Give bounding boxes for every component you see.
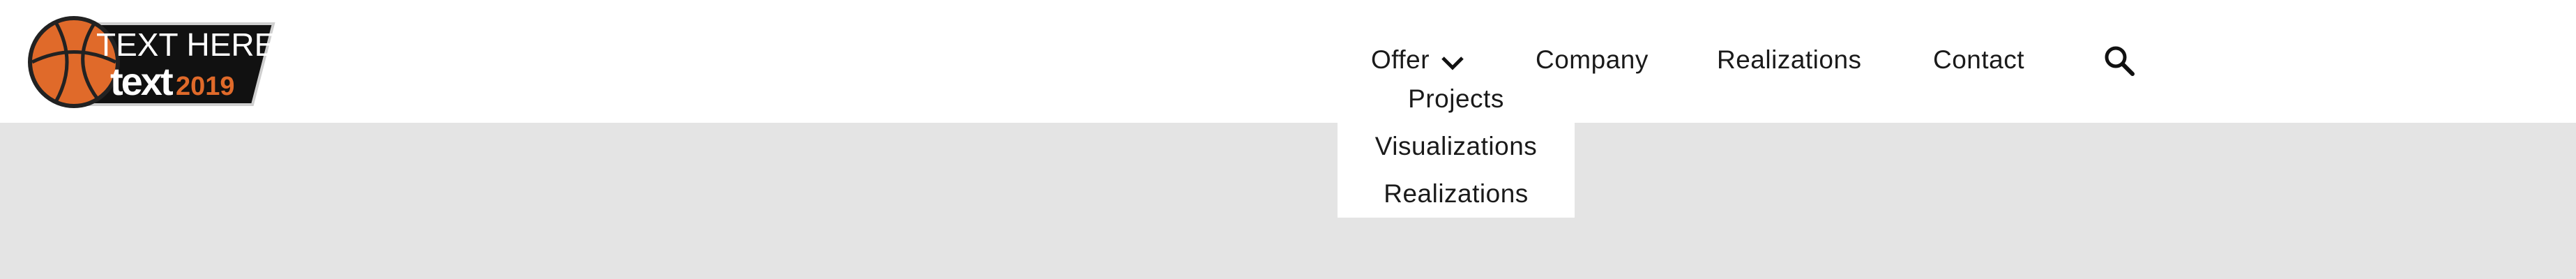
offer-dropdown-menu: Projects Visualizations Realizations <box>1338 84 1575 218</box>
chevron-down-icon <box>1439 50 1466 70</box>
main-nav: Offer Company Realizations Contact <box>0 0 2576 123</box>
dropdown-item-projects[interactable]: Projects <box>1338 84 1575 114</box>
search-icon[interactable] <box>2103 45 2135 77</box>
site-header: TEXT HERE text 2019 Offer Company Realiz… <box>0 0 2576 123</box>
nav-item-contact[interactable]: Contact <box>1933 45 2024 75</box>
dropdown-item-visualizations[interactable]: Visualizations <box>1338 131 1575 162</box>
nav-item-label: Offer <box>1371 45 1430 74</box>
nav-item-company[interactable]: Company <box>1536 45 1649 75</box>
nav-item-offer[interactable]: Offer <box>1371 45 1466 75</box>
nav-item-realizations[interactable]: Realizations <box>1717 45 1862 75</box>
dropdown-item-realizations[interactable]: Realizations <box>1338 179 1575 209</box>
